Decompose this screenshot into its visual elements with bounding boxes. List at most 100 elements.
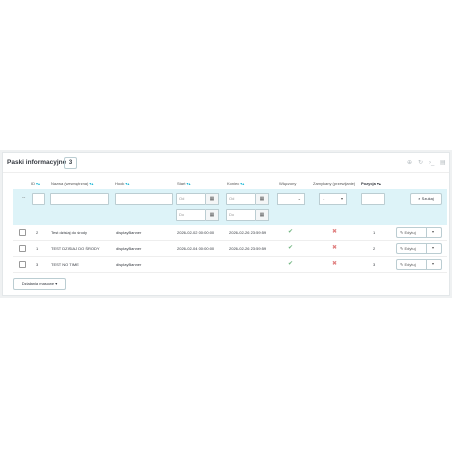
panel-header: Paski informacyjne 3 ⊕ ↻ ›_ ▤ bbox=[3, 153, 449, 173]
row-hook: displayBanner bbox=[116, 230, 142, 235]
row-end: 2026-02-26 23:59:59 bbox=[229, 246, 267, 251]
col-enabled: Włączony bbox=[279, 181, 296, 186]
sql-icon[interactable]: ›_ bbox=[429, 159, 434, 167]
col-enabled-label: Włączony bbox=[279, 181, 297, 186]
edit-label: ✎ Edytuj bbox=[400, 262, 416, 267]
pencil-icon: ✎ bbox=[400, 262, 404, 267]
row-checkbox[interactable] bbox=[19, 229, 26, 236]
row-position: 3 bbox=[373, 262, 376, 267]
col-position-label: Pozycja bbox=[361, 181, 376, 186]
col-start-label: Start bbox=[177, 181, 186, 186]
col-id[interactable]: ID▾▴ bbox=[31, 181, 40, 186]
table-row: 1 TEST DZISIAJ DO ŚRODY displayBanner 20… bbox=[13, 241, 447, 257]
edit-text: Edytuj bbox=[404, 262, 416, 267]
row-position: 1 bbox=[373, 230, 376, 235]
filter-name-input[interactable] bbox=[50, 193, 109, 205]
row-id: 1 bbox=[36, 246, 39, 251]
filter-position-input[interactable] bbox=[361, 193, 385, 205]
caret-down-icon[interactable]: ▾ bbox=[432, 229, 434, 234]
col-start[interactable]: Start▾▴ bbox=[177, 181, 190, 186]
search-button[interactable]: ⌕ Szukaj bbox=[410, 193, 442, 205]
row-name: Test dzisiaj do środy bbox=[51, 230, 88, 235]
col-end-label: Koniec bbox=[227, 181, 240, 186]
filter-start-from[interactable]: Od bbox=[176, 193, 206, 205]
caret-down-icon[interactable]: ▾ bbox=[432, 245, 434, 250]
content-background: Paski informacyjne 3 ⊕ ↻ ›_ ▤ ID▾▴ Nazwa… bbox=[0, 150, 452, 298]
edit-label: ✎ Edytuj bbox=[400, 230, 416, 235]
calendar-icon[interactable]: ▦ bbox=[206, 193, 219, 205]
bulk-actions-label: Działania masowe bbox=[21, 281, 55, 286]
close-icon[interactable]: ✖ bbox=[332, 228, 337, 235]
col-name-label: Nazwa (wewnętrzna) bbox=[51, 181, 89, 186]
edit-text: Edytuj bbox=[404, 246, 416, 251]
col-position[interactable]: Pozycja▾▴ bbox=[361, 181, 381, 186]
pencil-icon: ✎ bbox=[400, 230, 404, 235]
filter-id-input[interactable] bbox=[32, 193, 45, 205]
col-closeable-label: Zamykany (przewijanie) bbox=[313, 181, 356, 186]
col-closeable: Zamykany (przewijanie) bbox=[313, 181, 355, 186]
close-icon[interactable]: ✖ bbox=[332, 244, 337, 251]
bulk-actions-button[interactable]: Działania masowe ▾ bbox=[13, 278, 66, 290]
close-icon[interactable]: ✖ bbox=[332, 260, 337, 267]
row-name: TEST DZISIAJ DO ŚRODY bbox=[51, 246, 100, 251]
sort-icon[interactable]: ▾▴ bbox=[186, 181, 190, 186]
edit-text: Edytuj bbox=[404, 230, 416, 235]
sort-icon[interactable]: ▾▴ bbox=[89, 181, 93, 186]
caret-down-icon[interactable]: ▾ bbox=[432, 261, 434, 266]
col-name[interactable]: Nazwa (wewnętrzna)▾▴ bbox=[51, 181, 93, 186]
caret-down-icon: ▾ bbox=[55, 281, 58, 286]
row-checkbox[interactable] bbox=[19, 245, 26, 252]
check-icon[interactable]: ✔ bbox=[288, 244, 293, 251]
sort-icon[interactable]: ▾▴ bbox=[36, 181, 40, 186]
edit-button[interactable]: ✎ Edytuj ▾ bbox=[396, 227, 442, 238]
chevron-down-icon: ▾ bbox=[340, 196, 343, 201]
row-start: 2026-02-02 00:00:00 bbox=[177, 230, 215, 235]
filter-end-from[interactable]: Od bbox=[226, 193, 256, 205]
add-icon[interactable]: ⊕ bbox=[407, 159, 412, 167]
export-icon[interactable]: ▤ bbox=[440, 159, 446, 167]
edit-button[interactable]: ✎ Edytuj ▾ bbox=[396, 243, 442, 254]
filter-end-to[interactable]: Do bbox=[226, 209, 256, 221]
search-label: Szukaj bbox=[421, 196, 434, 201]
table-row: 2 Test dzisiaj do środy displayBanner 20… bbox=[13, 225, 447, 241]
button-divider bbox=[426, 228, 427, 237]
col-hook[interactable]: Hook▾▴ bbox=[115, 181, 129, 186]
filter-hook-input[interactable] bbox=[115, 193, 173, 205]
calendar-icon[interactable]: ▦ bbox=[206, 209, 219, 221]
col-end[interactable]: Koniec▾▴ bbox=[227, 181, 244, 186]
button-divider bbox=[426, 244, 427, 253]
edit-label: ✎ Edytuj bbox=[400, 246, 416, 251]
search-icon: ⌕ bbox=[418, 196, 421, 201]
row-hook: displayBanner bbox=[116, 262, 142, 267]
panel-title: Paski informacyjne bbox=[7, 159, 67, 166]
sort-icon[interactable]: ▾▴ bbox=[377, 181, 381, 186]
list-panel: Paski informacyjne 3 ⊕ ↻ ›_ ▤ ID▾▴ Nazwa… bbox=[2, 152, 450, 296]
col-hook-label: Hook bbox=[115, 181, 125, 186]
filter-closeable-value: - bbox=[323, 196, 325, 201]
edit-button[interactable]: ✎ Edytuj ▾ bbox=[396, 259, 442, 270]
row-checkbox[interactable] bbox=[19, 261, 26, 268]
refresh-icon[interactable]: ↻ bbox=[418, 159, 423, 167]
filter-start-to[interactable]: Do bbox=[176, 209, 206, 221]
filter-closeable-select[interactable]: - ▾ bbox=[319, 193, 347, 205]
sort-icon[interactable]: ▾▴ bbox=[125, 181, 129, 186]
row-id: 3 bbox=[36, 262, 39, 267]
col-id-label: ID bbox=[31, 181, 35, 186]
row-position: 2 bbox=[373, 246, 376, 251]
row-hook: displayBanner bbox=[116, 246, 142, 251]
table-row: 3 TEST NO TIME displayBanner ✔ ✖ 3 ✎ Edy… bbox=[13, 257, 447, 273]
filter-enabled-select[interactable]: ⌄ bbox=[277, 193, 305, 205]
row-id: 2 bbox=[36, 230, 39, 235]
chevron-down-icon: ⌄ bbox=[297, 196, 301, 201]
count-badge: 3 bbox=[64, 157, 77, 169]
row-start: 2026-02-04 00:00:00 bbox=[177, 246, 215, 251]
row-end: 2026-02-26 23:59:59 bbox=[229, 230, 267, 235]
sort-icon[interactable]: ▾▴ bbox=[240, 181, 244, 186]
filter-dash: -- bbox=[22, 195, 26, 201]
pencil-icon: ✎ bbox=[400, 246, 404, 251]
check-icon[interactable]: ✔ bbox=[288, 260, 293, 267]
calendar-icon[interactable]: ▦ bbox=[256, 193, 269, 205]
calendar-icon[interactable]: ▦ bbox=[256, 209, 269, 221]
check-icon[interactable]: ✔ bbox=[288, 228, 293, 235]
button-divider bbox=[426, 260, 427, 269]
